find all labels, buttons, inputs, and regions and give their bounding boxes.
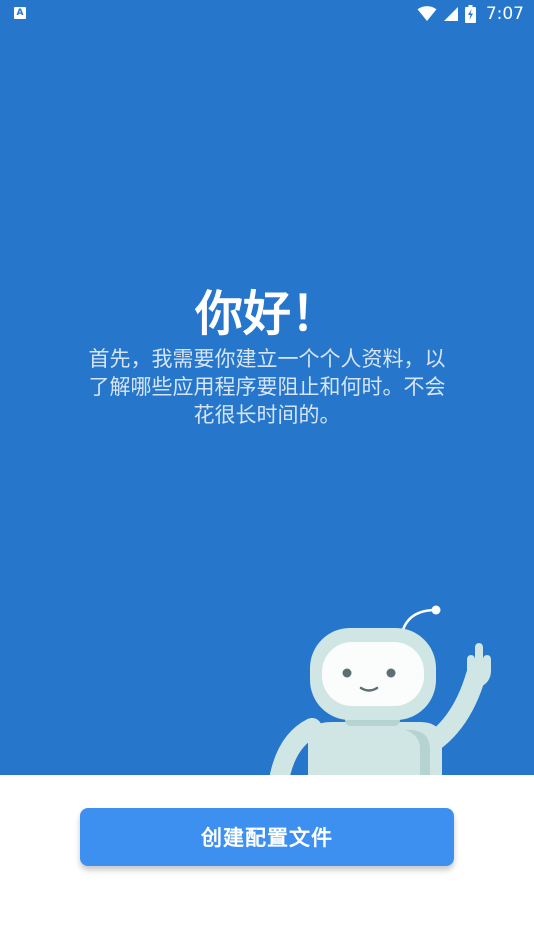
robot-waving-icon: [270, 605, 491, 775]
welcome-hero: A 7:07 你好！ 首先，我需要你建立一个个人资料，以了解哪些应用程序要阻止和…: [0, 0, 534, 775]
create-profile-button[interactable]: 创建配置文件: [80, 808, 454, 866]
signal-icon: [443, 7, 458, 21]
welcome-message: 首先，我需要你建立一个个人资料，以了解哪些应用程序要阻止和何时。不会花很长时间的…: [88, 347, 446, 427]
app-notification-icon: A: [14, 7, 26, 19]
status-time: 7:07: [485, 4, 524, 24]
wifi-icon: [417, 6, 437, 21]
battery-charging-icon: [464, 5, 476, 23]
status-indicators: 7:07: [417, 3, 524, 25]
welcome-title: 你好！: [194, 286, 339, 342]
status-bar: A 7:07: [0, 0, 534, 28]
